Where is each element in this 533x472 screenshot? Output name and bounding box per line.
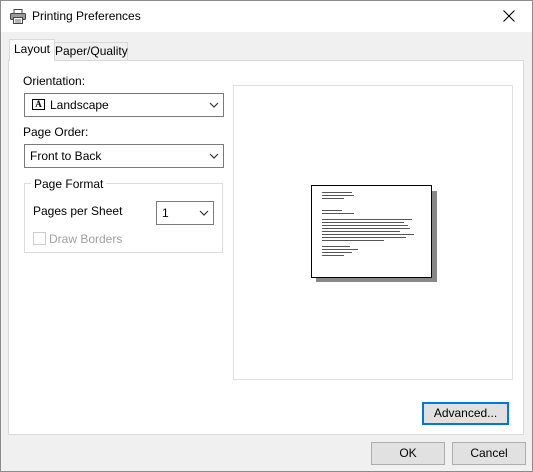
- close-icon: [503, 10, 515, 22]
- preview-text-line: [322, 234, 414, 235]
- preview-text-line: [322, 231, 400, 232]
- page-order-dropdown[interactable]: Front to Back: [24, 144, 224, 168]
- preview-text-line: [322, 219, 412, 220]
- title-bar: Printing Preferences: [1, 1, 532, 32]
- printer-icon: [10, 9, 26, 24]
- landscape-icon: A: [32, 99, 45, 110]
- tab-layout[interactable]: Layout: [9, 39, 55, 61]
- pages-per-sheet-dropdown[interactable]: 1: [156, 201, 214, 225]
- preview-text-line: [322, 198, 344, 199]
- orientation-label: Orientation:: [23, 74, 86, 88]
- printing-preferences-dialog: Printing Preferences Layout Paper/Qualit…: [0, 0, 533, 472]
- window-title: Printing Preferences: [32, 9, 141, 23]
- preview-text-line: [322, 252, 352, 253]
- preview-text-line: [322, 249, 358, 250]
- chevron-down-icon: [209, 153, 219, 159]
- preview-text-line: [322, 222, 404, 223]
- pages-per-sheet-value: 1: [162, 206, 169, 220]
- page-order-value: Front to Back: [30, 149, 102, 163]
- preview-text-line: [322, 210, 342, 211]
- preview-text-line: [322, 237, 406, 238]
- preview-text-line: [322, 195, 354, 196]
- page-order-label: Page Order:: [23, 125, 89, 139]
- preview-text-line: [322, 225, 408, 226]
- cancel-button[interactable]: Cancel: [452, 442, 526, 465]
- chevron-down-icon: [199, 210, 209, 216]
- preview-text-line: [322, 255, 344, 256]
- preview-text-line: [322, 240, 384, 241]
- chevron-down-icon: [209, 102, 219, 108]
- pages-per-sheet-label: Pages per Sheet: [33, 204, 123, 218]
- orientation-value: Landscape: [50, 98, 109, 112]
- preview-text-line: [322, 192, 352, 193]
- preview-text-line: [322, 246, 350, 247]
- page-format-legend: Page Format: [31, 177, 107, 191]
- draw-borders-checkbox[interactable]: [33, 232, 46, 245]
- orientation-dropdown[interactable]: A Landscape: [24, 93, 224, 117]
- preview-text-line: [322, 228, 410, 229]
- preview-page: [311, 185, 432, 278]
- tab-paper-quality[interactable]: Paper/Quality: [55, 42, 128, 62]
- preview-text-line: [322, 213, 354, 214]
- close-button[interactable]: [486, 1, 532, 32]
- ok-button[interactable]: OK: [371, 442, 445, 465]
- advanced-button[interactable]: Advanced...: [422, 402, 509, 425]
- draw-borders-label: Draw Borders: [49, 232, 123, 246]
